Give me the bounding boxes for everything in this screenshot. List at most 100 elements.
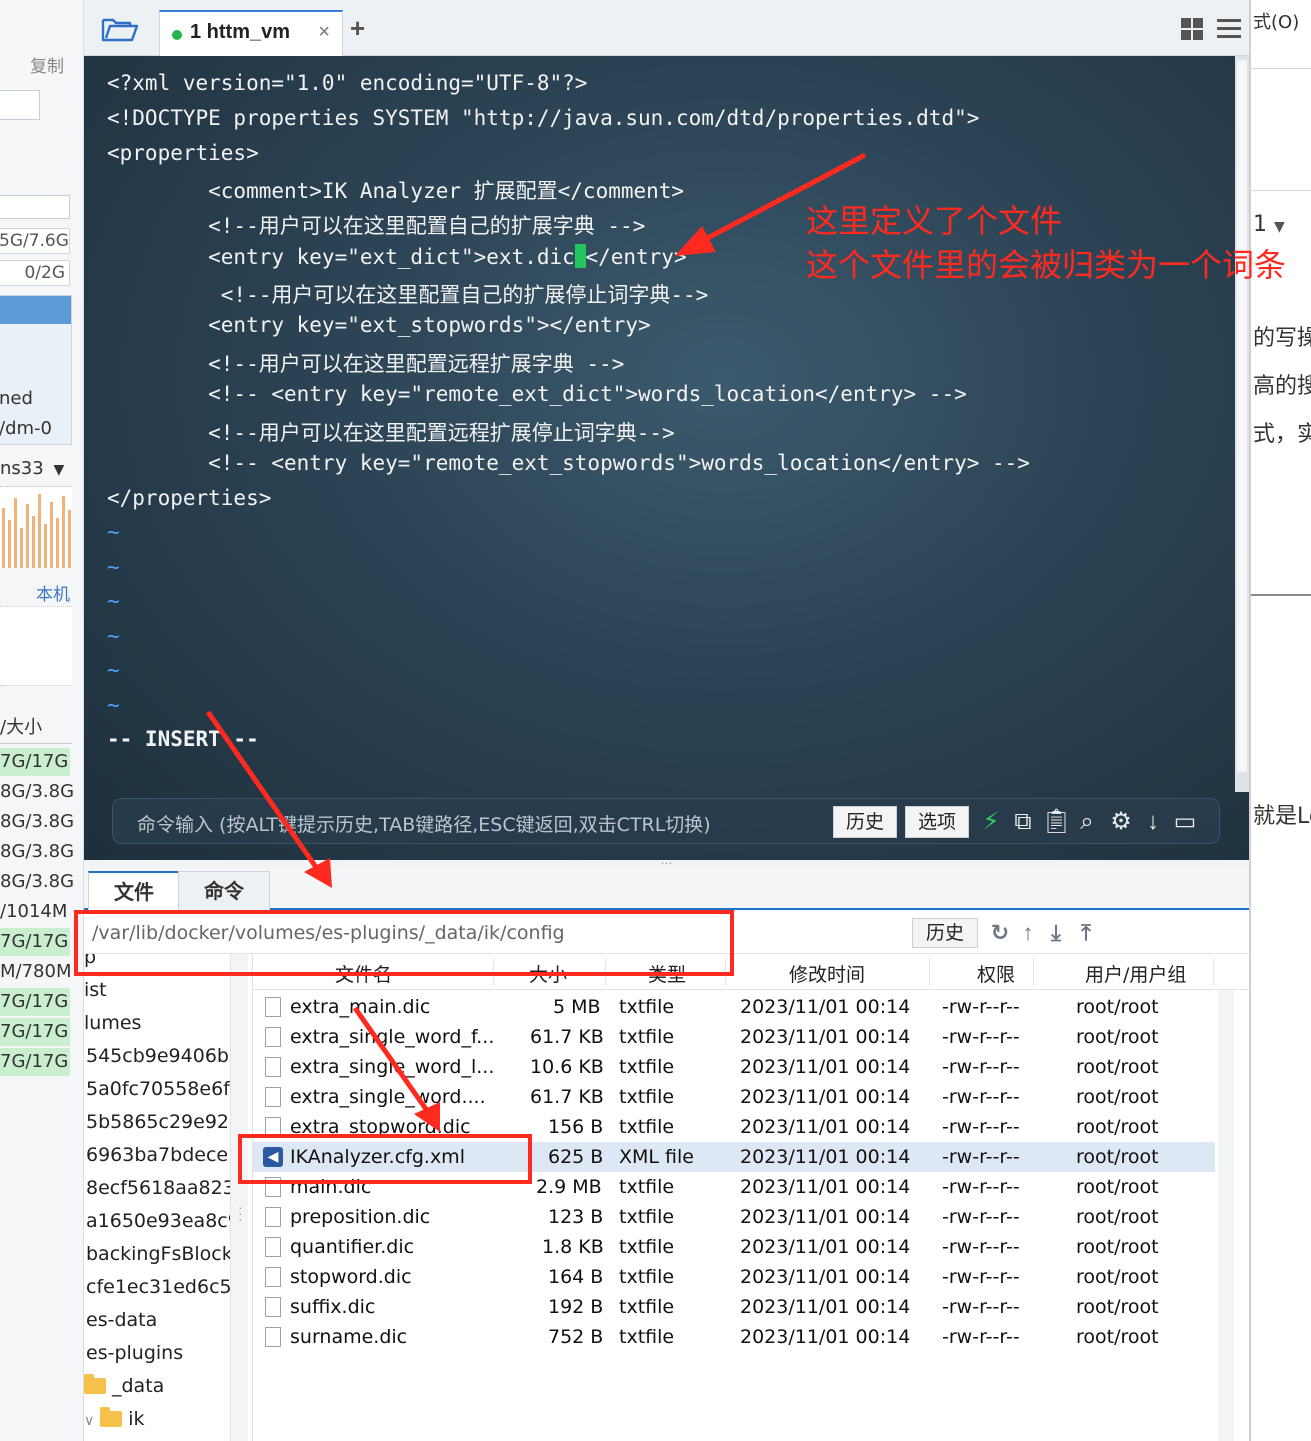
tree-item[interactable]: 5a0fc70558e6f [86, 1073, 230, 1105]
tree-item[interactable]: 6963ba7bdece [86, 1139, 228, 1171]
file-size: 192 B [548, 1296, 604, 1318]
tree-item[interactable]: 545cb9e9406b [86, 1040, 229, 1072]
file-type: txtfile [619, 1116, 675, 1138]
panel-row[interactable]: /dm-0 [0, 418, 71, 439]
file-icon [265, 1237, 281, 1257]
grid-layout-icon[interactable] [1181, 18, 1203, 40]
tree-item[interactable]: 8ecf5618aa823 [86, 1172, 234, 1204]
file-name: quantifier.dic [290, 1236, 415, 1258]
folder-open-icon[interactable] [100, 14, 140, 44]
file-row[interactable]: extra_single_word.... 61.7 KB txtfile 20… [253, 1082, 1215, 1112]
column-header-type[interactable]: 类型 [648, 960, 686, 987]
tree-item-folder[interactable]: ∨ ik [84, 1403, 145, 1435]
tree-item[interactable]: ist [84, 974, 107, 1006]
file-row[interactable]: extra_stopword.dic 156 B txtfile 2023/11… [253, 1112, 1215, 1142]
tree-item[interactable]: lumes [84, 1007, 141, 1039]
disk-size: /1014M [0, 901, 68, 922]
file-name: extra_stopword.dic [290, 1116, 471, 1138]
file-icon [265, 1117, 281, 1137]
tree-item[interactable]: cfe1ec31ed6c5 [86, 1271, 232, 1303]
copy-label[interactable]: 复制 [30, 52, 64, 77]
options-button[interactable]: 选项 [905, 806, 970, 838]
file-size: 752 B [548, 1326, 604, 1348]
input-box[interactable] [0, 90, 40, 120]
file-list-scrollbar[interactable] [1218, 990, 1234, 1441]
search-icon[interactable]: ⌕ [1073, 808, 1101, 836]
tree-item[interactable]: a1650e93ea8c9 [86, 1205, 234, 1237]
tree-item[interactable]: p [84, 954, 96, 973]
column-header-name[interactable]: 文件名 ^ [335, 960, 408, 987]
tab-files[interactable]: 文件 [88, 871, 180, 911]
hamburger-menu-icon[interactable] [1217, 18, 1241, 40]
tree-item[interactable]: 5b5865c29e92 [86, 1106, 229, 1138]
path-bar: /var/lib/docker/volumes/es-plugins/_data… [84, 912, 1249, 954]
file-row[interactable]: stopword.dic 164 B txtfile 2023/11/01 00… [253, 1262, 1215, 1292]
up-directory-icon[interactable]: ↑ [1014, 918, 1042, 948]
file-name: stopword.dic [290, 1266, 412, 1288]
terminal-line: <!--用户可以在这里配置远程扩展字典 --> [107, 352, 625, 376]
file-owner: root/root [1076, 1176, 1159, 1198]
panel-row[interactable]: ned [0, 388, 71, 409]
connected-status-icon [172, 30, 182, 40]
copy-icon[interactable]: ⧉ [1009, 808, 1037, 836]
file-row[interactable]: surname.dic 752 B txtfile 2023/11/01 00:… [253, 1322, 1215, 1352]
file-owner: root/root [1076, 1326, 1159, 1348]
terminal-line: <!--用户可以在这里配置远程扩展停止词字典--> [107, 421, 675, 445]
disk-size: 7G/17G [0, 1018, 70, 1046]
lightning-icon[interactable]: ⚡ [977, 808, 1005, 836]
terminal-line: <!--用户可以在这里配置自己的扩展停止词字典--> [107, 283, 709, 307]
tree-item[interactable]: backingFsBlock [86, 1238, 233, 1270]
file-permissions: -rw-r--r-- [942, 1296, 1020, 1318]
file-row[interactable]: main.dic 2.9 MB txtfile 2023/11/01 00:14… [253, 1172, 1215, 1202]
column-header-owner[interactable]: 用户/用户组 [1085, 960, 1186, 987]
format-menu[interactable]: 式(O) [1253, 8, 1299, 34]
path-input[interactable]: /var/lib/docker/volumes/es-plugins/_data… [90, 918, 910, 950]
session-tab[interactable]: 1 httm_vm × [159, 10, 343, 56]
history-button[interactable]: 历史 [833, 806, 898, 838]
file-owner: root/root [1076, 1116, 1159, 1138]
add-tab-button[interactable]: + [350, 13, 365, 44]
file-size: 2.9 MB [536, 1176, 602, 1198]
tree-scrollbar[interactable]: · · · [230, 954, 248, 1441]
tab-commands[interactable]: 命令 [178, 871, 270, 911]
refresh-icon[interactable]: ↻ [986, 918, 1014, 948]
close-icon[interactable]: × [318, 21, 330, 44]
download-icon[interactable]: ⤓ [1042, 918, 1070, 948]
doc-text: 就是Lo [1253, 804, 1311, 829]
file-row[interactable]: preposition.dic 123 B txtfile 2023/11/01… [253, 1202, 1215, 1232]
download-arrow-icon[interactable]: ↓ [1139, 808, 1167, 836]
path-history-button[interactable]: 历史 [912, 918, 978, 948]
upload-icon[interactable]: ⤒ [1072, 918, 1100, 948]
process-panel: ned /dm-0 [0, 295, 72, 445]
file-row-selected[interactable]: ◀ IKAnalyzer.cfg.xml 625 B XML file 2023… [253, 1142, 1215, 1172]
chevron-down-icon[interactable]: ∨ [84, 1413, 94, 1429]
tree-item[interactable]: es-data [86, 1304, 157, 1336]
tree-item[interactable]: es-plugins [86, 1337, 183, 1369]
file-row[interactable]: suffix.dic 192 B txtfile 2023/11/01 00:1… [253, 1292, 1215, 1322]
column-header-size[interactable]: 大小 [529, 960, 567, 987]
file-size: 123 B [548, 1206, 604, 1228]
command-input-placeholder[interactable]: 命令输入 (按ALT键提示历史,TAB键路径,ESC键返回,双击CTRL切换) [137, 810, 711, 837]
gear-icon[interactable]: ⚙ [1107, 808, 1135, 836]
file-list: 文件名 ^ 大小 类型 修改时间 权限 用户/用户组 extra_main.di… [252, 954, 1249, 1441]
number-label[interactable]: 1 ▼ [1253, 212, 1285, 237]
terminal-scrollbar[interactable] [1235, 56, 1249, 792]
terminal[interactable]: <?xml version="1.0" encoding="UTF-8"?> <… [84, 56, 1249, 860]
terminal-line: <!--用户可以在这里配置自己的扩展字典 --> [107, 214, 646, 238]
file-row[interactable]: extra_single_word_f... 61.7 KB txtfile 2… [253, 1022, 1215, 1052]
tree-item-folder[interactable]: _data [84, 1370, 164, 1402]
file-row[interactable]: extra_single_word_l... 10.6 KB txtfile 2… [253, 1052, 1215, 1082]
column-header-mtime[interactable]: 修改时间 [789, 960, 865, 987]
file-mtime: 2023/11/01 00:14 [740, 996, 911, 1018]
file-row[interactable]: quantifier.dic 1.8 KB txtfile 2023/11/01… [253, 1232, 1215, 1262]
local-label[interactable]: 本机 [36, 580, 70, 605]
column-header-permissions[interactable]: 权限 [977, 960, 1015, 987]
file-row[interactable]: extra_main.dic 5 MB txtfile 2023/11/01 0… [253, 992, 1215, 1022]
window-icon[interactable]: ▭ [1171, 808, 1199, 836]
file-type: txtfile [619, 1176, 675, 1198]
command-input-bar[interactable]: 命令输入 (按ALT键提示历史,TAB键路径,ESC键返回,双击CTRL切换) … [112, 798, 1220, 844]
file-icon [265, 1327, 281, 1347]
selected-row[interactable] [0, 296, 71, 324]
paste-icon[interactable]: 📋︎ [1041, 808, 1071, 836]
host-selector[interactable]: ns33 ▼ [0, 458, 64, 479]
